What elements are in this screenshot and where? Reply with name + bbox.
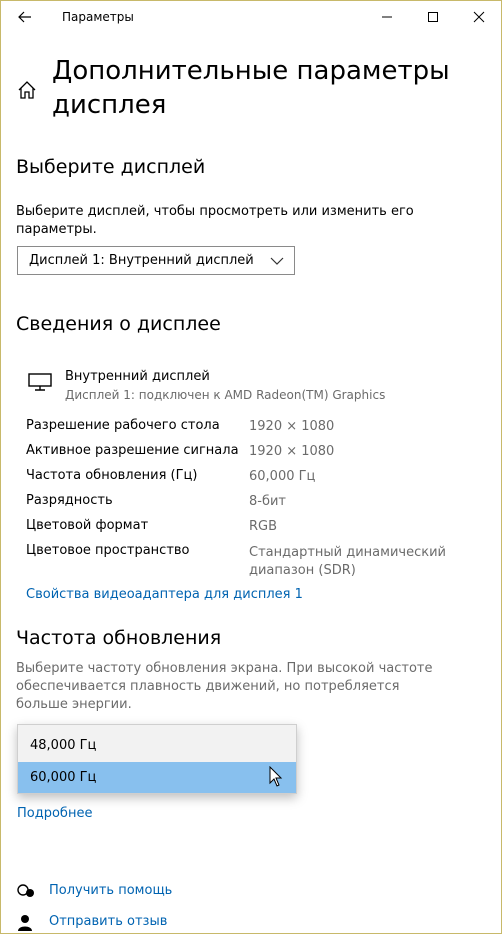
row-label: Разрядность (26, 493, 113, 508)
refresh-rate-dropdown-list: 48,000 Гц 60,000 Гц (17, 724, 297, 794)
row-label: Разрешение рабочего стола (26, 418, 220, 433)
close-icon (473, 11, 485, 23)
home-icon[interactable] (17, 80, 37, 100)
display-info-heading: Сведения о дисплее (16, 313, 221, 335)
learn-more-link[interactable]: Подробнее (17, 806, 92, 821)
row-label: Цветовое пространство (26, 543, 190, 558)
monitor-icon (28, 372, 52, 396)
option-label: 60,000 Гц (30, 770, 97, 785)
row-value: 60,000 Гц (249, 469, 316, 484)
option-label: 48,000 Гц (30, 738, 97, 753)
send-feedback-link[interactable]: Отправить отзыв (49, 914, 167, 929)
select-display-heading: Выберите дисплей (16, 156, 206, 178)
back-arrow-icon[interactable] (16, 8, 34, 26)
minimize-button[interactable] (364, 0, 410, 34)
row-label: Цветовой формат (26, 518, 149, 533)
refresh-description: Выберите частоту обновления экрана. При … (16, 661, 433, 712)
row-value: RGB (249, 519, 278, 534)
chevron-down-icon (270, 255, 284, 270)
page-title: Дополнительные параметры дисплея (52, 56, 450, 120)
display-subtitle: Дисплей 1: подключен к AMD Radeon(TM) Gr… (65, 388, 386, 402)
display-dropdown[interactable]: Дисплей 1: Внутренний дисплей (17, 246, 295, 275)
row-value: 1920 × 1080 (249, 419, 335, 434)
refresh-heading: Частота обновления (16, 627, 222, 649)
help-icon (16, 882, 36, 904)
refresh-option-60[interactable]: 60,000 Гц (18, 762, 296, 793)
row-value: Стандартный динамический диапазон (SDR) (249, 545, 446, 578)
row-label: Активное разрешение сигнала (26, 443, 239, 458)
adapter-properties-link[interactable]: Свойства видеоадаптера для дисплея 1 (26, 587, 303, 602)
title-bar: Параметры (0, 0, 502, 34)
refresh-option-48[interactable]: 48,000 Гц (18, 730, 296, 761)
display-name: Внутренний дисплей (65, 369, 210, 384)
display-dropdown-value: Дисплей 1: Внутренний дисплей (29, 253, 254, 268)
feedback-icon (16, 914, 36, 936)
mouse-pointer-icon (269, 765, 283, 792)
get-help-link[interactable]: Получить помощь (49, 883, 172, 898)
row-value: 8-бит (249, 494, 287, 509)
maximize-icon (428, 12, 438, 22)
select-display-description: Выберите дисплей, чтобы просмотреть или … (16, 204, 414, 237)
maximize-button[interactable] (410, 0, 456, 34)
row-value: 1920 × 1080 (249, 444, 335, 459)
row-label: Частота обновления (Гц) (26, 468, 198, 483)
window-title: Параметры (62, 10, 134, 24)
minimize-icon (382, 16, 392, 18)
close-button[interactable] (456, 0, 502, 34)
